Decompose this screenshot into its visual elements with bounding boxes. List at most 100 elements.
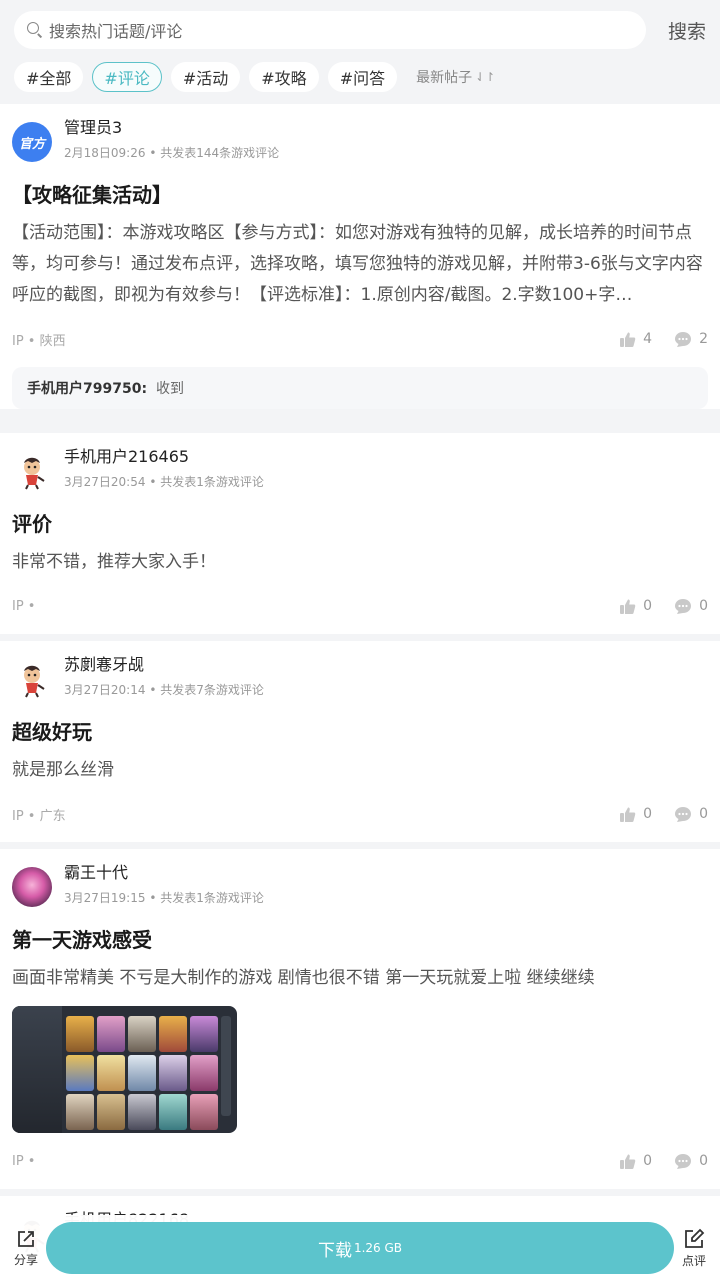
reply-text: 收到 <box>156 381 185 397</box>
author-name[interactable]: 手机用户216465 <box>64 447 264 467</box>
post-footer: IP • 广东 0 0 <box>12 786 708 842</box>
post-date: 3月27日19:15 <box>64 891 146 905</box>
like-count: 4 <box>643 331 653 347</box>
share-icon <box>18 1230 34 1247</box>
share-label: 分享 <box>13 1252 38 1267</box>
ip-location: IP • 陕西 <box>12 333 66 349</box>
reply-preview[interactable]: 手机用户799750: 收到 <box>12 367 708 409</box>
post-body: 非常不错，推荐大家入手！ <box>12 552 216 572</box>
screenshot-sidebar <box>12 1006 62 1133</box>
review-button[interactable]: 点评 <box>668 1228 720 1269</box>
character-card <box>66 1055 94 1091</box>
official-badge: 官方 <box>18 136 45 152</box>
comment-button[interactable]: 0 <box>674 806 708 823</box>
header: 搜索热门话题/评论 搜索 #全部 #评论 #活动 #攻略 #问答 最新帖子 ⇃↾ <box>0 0 720 104</box>
tag-all[interactable]: #全部 <box>14 62 84 92</box>
review-count: 共发表7条游戏评论 <box>160 683 264 697</box>
search-input[interactable]: 搜索热门话题/评论 <box>14 11 646 49</box>
post-image[interactable] <box>12 1006 237 1133</box>
search-button[interactable]: 搜索 <box>646 17 706 44</box>
screenshot-scrollbar <box>221 1016 231 1116</box>
ip-location: IP • 广东 <box>12 808 66 824</box>
reply-user: 手机用户799750: <box>27 381 148 397</box>
thumbs-up-icon <box>620 599 636 614</box>
tag-guide[interactable]: #攻略 <box>249 62 319 92</box>
character-card <box>128 1094 156 1130</box>
character-card <box>190 1094 218 1130</box>
comment-icon <box>675 1153 692 1169</box>
tag-qa[interactable]: #问答 <box>327 62 398 92</box>
comment-icon <box>675 331 692 347</box>
post-title: 评价 <box>12 512 52 536</box>
search-icon <box>26 21 44 39</box>
thumbs-up-icon <box>620 1154 636 1169</box>
post-title: 超级好玩 <box>12 720 92 744</box>
post-card[interactable]: 苏剫寋牙觇 3月27日20:14 • 共发表7条游戏评论 超级好玩 就是那么丝滑… <box>0 641 720 842</box>
post-date: 2月18日09:26 <box>64 146 146 160</box>
review-count: 共发表1条游戏评论 <box>160 891 264 905</box>
comment-count: 0 <box>699 1153 708 1169</box>
character-card <box>159 1094 187 1130</box>
edit-icon <box>685 1228 705 1248</box>
post-date: 3月27日20:14 <box>64 683 146 697</box>
character-card <box>66 1016 94 1052</box>
author-name[interactable]: 管理员3 <box>64 118 279 138</box>
post-title: 第一天游戏感受 <box>12 928 152 952</box>
review-label: 点评 <box>681 1253 706 1268</box>
post-card[interactable]: 手机用户216465 3月27日20:54 • 共发表1条游戏评论 评价 非常不… <box>0 433 720 634</box>
post-card[interactable]: 霸王十代 3月27日19:15 • 共发表1条游戏评论 第一天游戏感受 画面非常… <box>0 849 720 1189</box>
avatar[interactable]: 官方 <box>12 122 52 162</box>
author-name[interactable]: 霸王十代 <box>64 863 264 883</box>
comment-count: 0 <box>699 806 708 822</box>
character-card <box>159 1016 187 1052</box>
ip-location: IP • <box>12 1153 36 1169</box>
post-title: 【攻略征集活动】 <box>12 183 172 207</box>
like-button[interactable]: 0 <box>619 598 652 615</box>
sort-icon: ⇃↾ <box>475 70 496 84</box>
like-button[interactable]: 0 <box>619 806 652 823</box>
ip-location: IP • <box>12 598 36 614</box>
post-footer: IP • 0 0 <box>12 578 708 634</box>
post-header: 霸王十代 3月27日19:15 • 共发表1条游戏评论 <box>12 863 708 917</box>
author-meta: 2月18日09:26 • 共发表144条游戏评论 <box>64 146 280 160</box>
download-button[interactable]: 下载 1.26 GB <box>46 1222 674 1274</box>
review-count: 共发表144条游戏评论 <box>160 146 280 160</box>
like-button[interactable]: 4 <box>619 331 652 348</box>
bottom-action-bar: 分享 下载 1.26 GB 点评 <box>0 1215 720 1281</box>
avatar[interactable] <box>12 451 52 491</box>
tag-filter-bar: #全部 #评论 #活动 #攻略 #问答 最新帖子 ⇃↾ <box>14 61 706 93</box>
character-card <box>190 1055 218 1091</box>
tag-activity[interactable]: #活动 <box>170 62 241 92</box>
sort-dropdown[interactable]: 最新帖子 ⇃↾ <box>416 67 495 87</box>
avatar[interactable] <box>12 867 52 907</box>
like-button[interactable]: 0 <box>619 1153 652 1170</box>
mascot-avatar-icon <box>24 457 45 490</box>
comment-icon <box>675 806 692 822</box>
comment-button[interactable]: 2 <box>674 331 708 348</box>
share-button[interactable]: 分享 <box>0 1229 52 1268</box>
comment-count: 0 <box>699 598 708 614</box>
mascot-avatar-icon <box>24 665 45 698</box>
post-body: 【活动范围】：本游戏攻略区【参与方式】：如您对游戏有独特的见解，成长培养的时间节… <box>12 223 703 305</box>
character-card <box>190 1016 218 1052</box>
avatar[interactable] <box>12 659 52 699</box>
search-row: 搜索热门话题/评论 搜索 <box>14 10 706 50</box>
post-card[interactable]: 官方 管理员3 2月18日09:26 • 共发表144条游戏评论 【攻略征集活动… <box>0 104 720 409</box>
post-footer: IP • 0 0 <box>12 1133 708 1189</box>
character-card <box>159 1055 187 1091</box>
download-size: 1.26 GB <box>353 1241 403 1255</box>
comment-button[interactable]: 0 <box>674 598 708 615</box>
thumbs-up-icon <box>620 332 636 347</box>
like-count: 0 <box>643 598 653 614</box>
comment-icon <box>675 598 692 614</box>
post-header: 手机用户216465 3月27日20:54 • 共发表1条游戏评论 <box>12 447 708 501</box>
author-meta: 3月27日20:54 • 共发表1条游戏评论 <box>64 475 264 489</box>
post-body: 画面非常精美 不亏是大制作的游戏 剧情也很不错 第一天玩就爱上啦 继续继续 <box>12 968 595 988</box>
post-header: 官方 管理员3 2月18日09:26 • 共发表144条游戏评论 <box>12 118 708 172</box>
tag-review[interactable]: #评论 <box>92 62 162 92</box>
author-meta: 3月27日20:14 • 共发表7条游戏评论 <box>64 683 264 697</box>
author-name[interactable]: 苏剫寋牙觇 <box>64 655 264 675</box>
comment-button[interactable]: 0 <box>674 1153 708 1170</box>
like-count: 0 <box>643 1153 653 1169</box>
character-card <box>128 1055 156 1091</box>
